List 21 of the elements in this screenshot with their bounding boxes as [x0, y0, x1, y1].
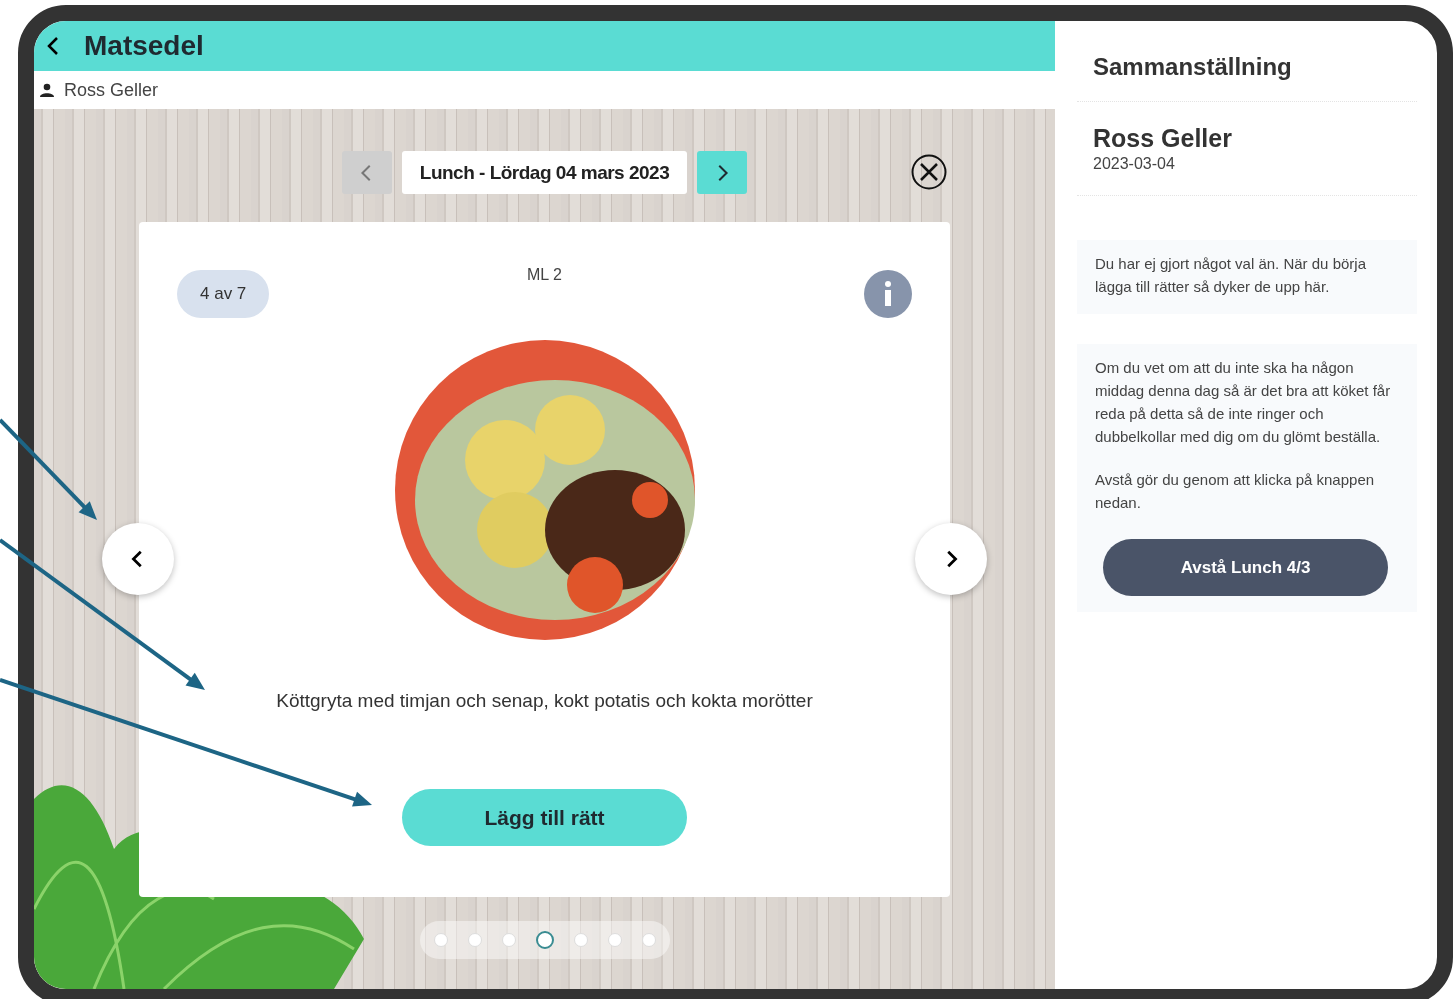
person-icon — [40, 83, 54, 97]
person-name: Ross Geller — [1093, 124, 1233, 153]
skip-paragraph: Avstå gör du genom att klicka på knappen nedan. — [1095, 470, 1376, 513]
next-dish-button[interactable] — [915, 523, 987, 595]
info-icon[interactable] — [864, 270, 912, 318]
pager-dot[interactable] — [535, 931, 554, 949]
summary-title: Sammanställning — [1093, 53, 1293, 82]
page-title: Matsedel — [84, 30, 204, 62]
meal-date-label: Lunch - Lördag 04 mars 2023 — [401, 151, 688, 194]
skip-lunch-button[interactable]: Avstå Lunch 4/3 — [1103, 539, 1388, 596]
empty-note: Du har ej gjort något val än. När du börja lägga till rätter så dyker de upp här. — [1095, 254, 1367, 297]
dish-description: Köttgryta med timjan och senap, kokt potatis och kokta morötter — [276, 690, 813, 712]
dish-counter: 4 av 7 — [177, 270, 270, 318]
user-name: Ross Geller — [64, 79, 159, 101]
close-icon[interactable] — [910, 153, 948, 191]
dish-code: ML 2 — [527, 266, 562, 284]
next-meal-button[interactable] — [697, 151, 748, 194]
skip-paragraph: Om du vet om att du inte ska ha någon middag denna dag så är det bra att köket får reda på detta så de inte ringer och dubbelkollar med dig om du glömt beställa. — [1095, 358, 1392, 447]
previous-dish-button[interactable] — [102, 523, 174, 595]
add-dish-button[interactable]: Lägg till rätt — [402, 789, 687, 846]
summary-date: 2023-03-04 — [1093, 155, 1176, 173]
